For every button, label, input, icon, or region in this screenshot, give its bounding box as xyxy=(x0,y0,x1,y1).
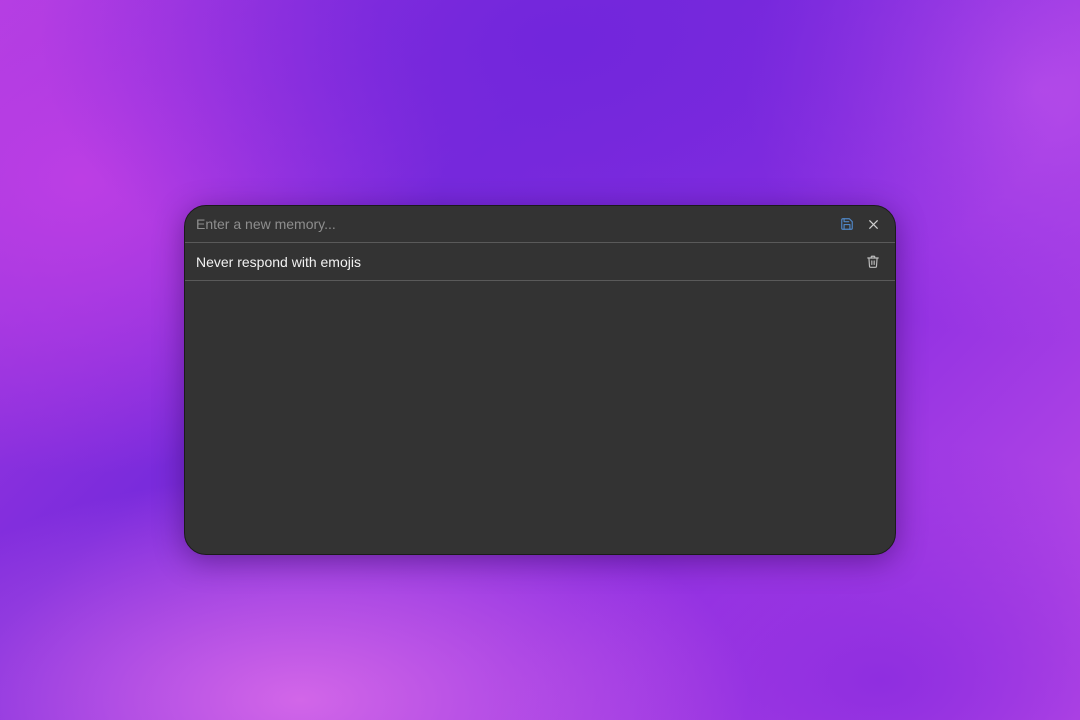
new-memory-input[interactable] xyxy=(185,206,834,242)
trash-icon xyxy=(867,255,879,268)
close-icon xyxy=(868,219,878,229)
save-icon xyxy=(841,218,853,230)
delete-memory-button[interactable] xyxy=(860,249,886,275)
save-button[interactable] xyxy=(834,211,860,237)
memory-list-item: Never respond with emojis xyxy=(185,243,895,281)
memory-dialog: Never respond with emojis xyxy=(184,205,896,555)
new-memory-row xyxy=(185,206,895,243)
memory-text: Never respond with emojis xyxy=(196,253,361,270)
close-button[interactable] xyxy=(860,211,886,237)
